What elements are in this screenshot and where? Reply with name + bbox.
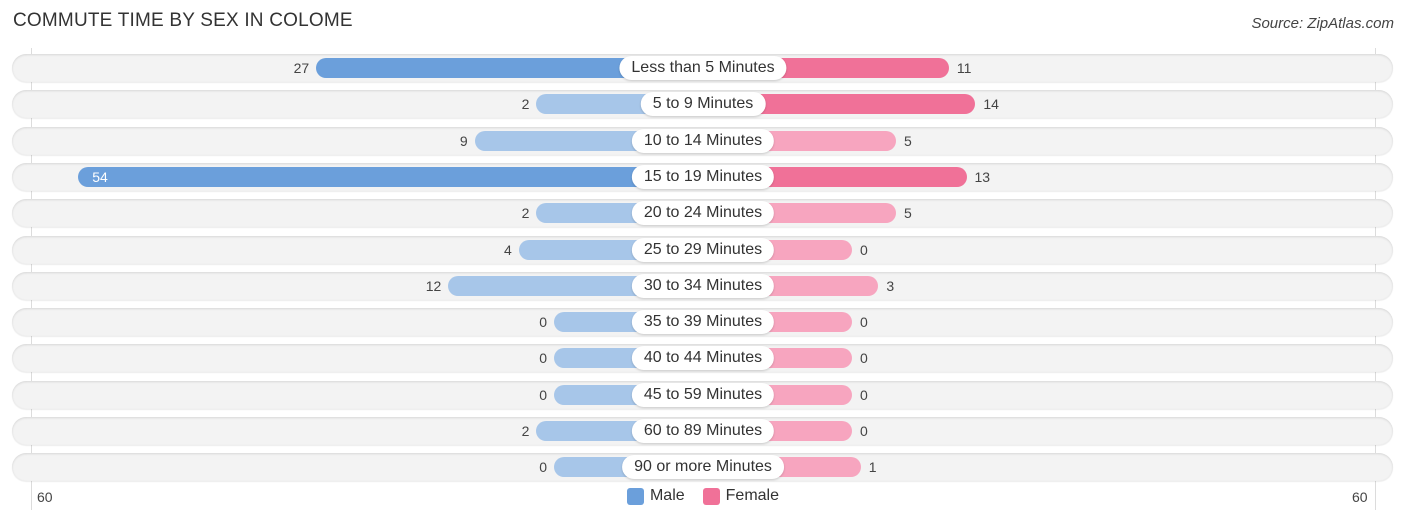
value-label-male: 4 [503, 241, 512, 258]
category-label: 25 to 29 Minutes [631, 237, 775, 262]
value-label-male: 0 [539, 459, 547, 476]
value-label-female: 0 [860, 241, 868, 258]
value-label-male: 0 [539, 386, 547, 403]
legend-swatch-male [626, 487, 644, 505]
bar-male[interactable] [78, 166, 703, 187]
value-label-male: 2 [521, 423, 530, 439]
legend-item-male[interactable]: Male [626, 487, 685, 505]
category-label: 60 to 89 Minutes [631, 419, 775, 443]
value-label-female: 1 [868, 459, 877, 476]
chart-title: COMMUTE TIME BY SEX IN COLOME [13, 10, 353, 31]
source-credit: Source: ZipAtlas.com [1251, 15, 1394, 32]
value-label-male: 54 [92, 168, 108, 185]
category-label: 15 to 19 Minutes [631, 164, 775, 189]
category-label: 20 to 24 Minutes [631, 201, 775, 226]
category-label: 45 to 59 Minutes [631, 382, 775, 407]
value-label-male: 0 [539, 350, 547, 367]
value-label-male: 2 [521, 205, 530, 222]
value-label-male: 27 [293, 60, 310, 76]
value-label-female: 11 [956, 60, 972, 76]
legend: Male Female [0, 487, 1406, 505]
category-label: Less than 5 Minutes [619, 56, 787, 80]
value-label-female: 13 [974, 168, 991, 185]
value-label-female: 0 [860, 314, 868, 331]
category-label: 10 to 14 Minutes [631, 128, 775, 153]
value-label-male: 12 [425, 277, 442, 294]
value-label-female: 3 [886, 277, 895, 294]
legend-label-male: Male [649, 487, 685, 504]
value-label-female: 0 [860, 386, 868, 403]
legend-item-female[interactable]: Female [702, 487, 780, 505]
category-label: 35 to 39 Minutes [631, 310, 775, 335]
value-label-male: 9 [459, 132, 468, 149]
value-label-female: 0 [860, 423, 868, 439]
value-label-female: 14 [983, 96, 999, 113]
value-label-female: 5 [904, 205, 912, 222]
category-label: 90 or more Minutes [622, 455, 784, 480]
value-label-male: 0 [539, 314, 547, 331]
category-label: 5 to 9 Minutes [640, 92, 766, 117]
value-label-male: 2 [521, 96, 530, 113]
value-label-female: 5 [904, 132, 912, 149]
legend-swatch-female [702, 487, 720, 505]
category-label: 30 to 34 Minutes [631, 273, 775, 298]
value-label-female: 0 [860, 350, 868, 367]
category-label: 40 to 44 Minutes [631, 346, 775, 371]
legend-label-female: Female [725, 487, 780, 504]
